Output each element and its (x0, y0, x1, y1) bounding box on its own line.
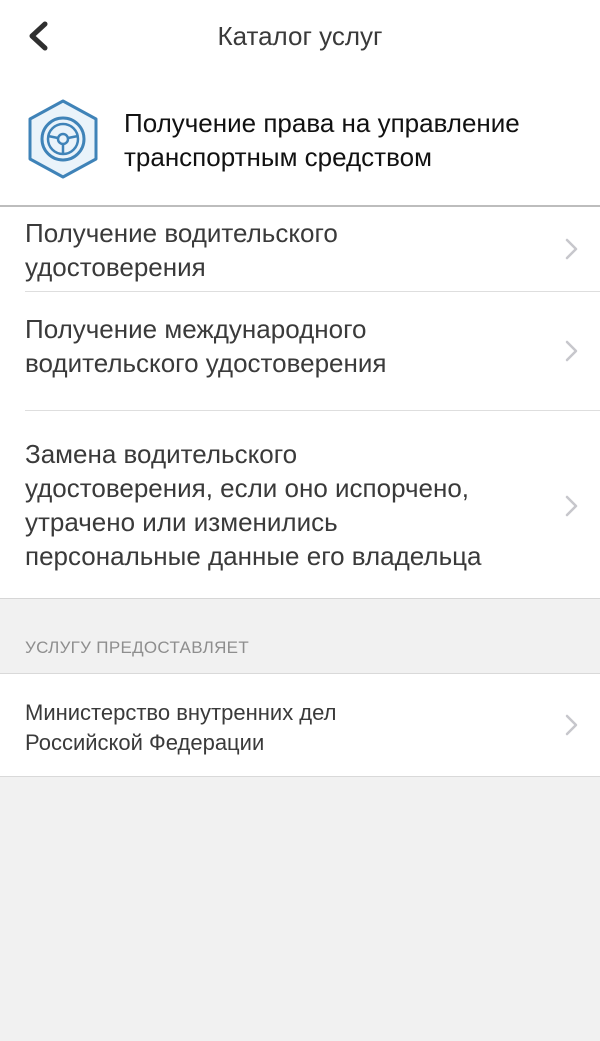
chevron-right-icon (565, 238, 578, 260)
steering-wheel-icon (28, 99, 98, 179)
service-header: Получение права на управление транспортн… (0, 92, 600, 192)
top-panel: Каталог услуг Получение права на управле… (0, 0, 600, 206)
provider-name: Министерство внутренних дел Российской Ф… (25, 700, 337, 755)
list-item-label: Получение международного водительского у… (25, 314, 387, 378)
list-item-label: Получение водительского удостоверения (25, 218, 338, 282)
list-item-driver-license[interactable]: Получение водительского удостоверения (0, 207, 600, 291)
page-title: Каталог услуг (217, 21, 383, 51)
list-bottom-divider (0, 598, 600, 599)
list-item-international-license[interactable]: Получение международного водительского у… (0, 292, 600, 410)
service-title: Получение права на управление транспортн… (124, 108, 520, 172)
list-item-license-replacement[interactable]: Замена водительского удостоверения, если… (0, 411, 600, 599)
provider-item[interactable]: Министерство внутренних дел Российской Ф… (0, 673, 600, 777)
list-item-label: Замена водительского удостоверения, если… (25, 439, 482, 571)
chevron-right-icon (565, 495, 578, 517)
provider-section-header: УСЛУГУ ПРЕДОСТАВЛЯЕТ (25, 638, 250, 657)
navigation-bar: Каталог услуг (0, 0, 600, 72)
chevron-right-icon (565, 340, 578, 362)
subservice-list: Получение водительского удостоверения По… (0, 207, 600, 599)
chevron-right-icon (565, 714, 578, 736)
